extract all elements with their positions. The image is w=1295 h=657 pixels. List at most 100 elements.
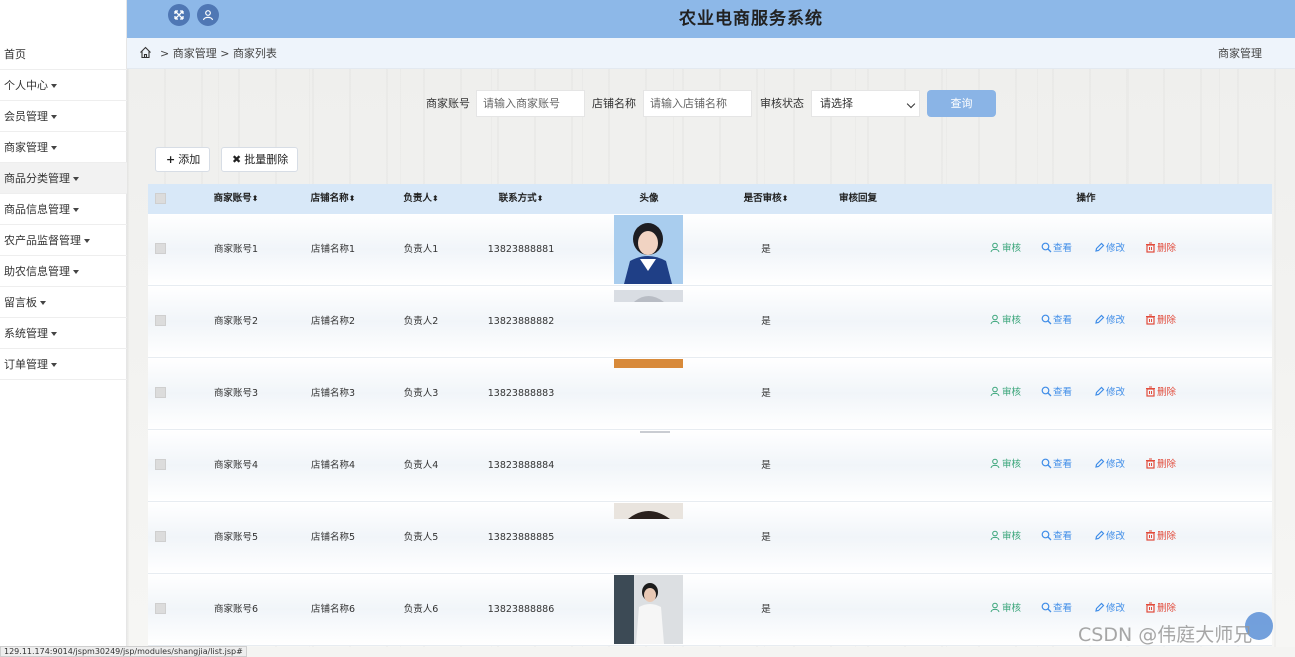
user-check-icon (990, 242, 1000, 253)
edit-button[interactable]: 修改 (1094, 242, 1125, 256)
row-checkbox[interactable] (155, 243, 166, 254)
view-button[interactable]: 查看 (1041, 314, 1072, 328)
header-account[interactable]: 商家账号⬍ (214, 184, 259, 214)
sidebar-item-aid-info-management[interactable]: 助农信息管理 (0, 256, 127, 287)
audit-button[interactable]: 审核 (990, 602, 1021, 616)
sort-icon: ⬍ (781, 194, 789, 203)
merchant-table: 商家账号⬍ 店铺名称⬍ 负责人⬍ 联系方式⬍ 头像 是否审核⬍ 审核回复 操作 … (148, 184, 1272, 647)
pencil-icon (1095, 242, 1105, 252)
breadcrumb-item-merchant[interactable]: 商家管理 (173, 47, 217, 60)
search-icon (1041, 386, 1052, 397)
cell-phone: 13823888882 (487, 316, 555, 327)
delete-button[interactable]: 删除 (1145, 386, 1176, 400)
header-shop[interactable]: 店铺名称⬍ (311, 184, 356, 214)
cell-phone: 13823888886 (487, 604, 555, 615)
batch-delete-button[interactable]: ✖ 批量删除 (221, 147, 299, 172)
cell-phone: 13823888885 (487, 532, 555, 543)
cell-account: 商家账号2 (213, 316, 259, 327)
sidebar-item-personal-center[interactable]: 个人中心 (0, 70, 127, 101)
breadcrumb-item-list: 商家列表 (232, 47, 277, 60)
cell-audited: 是 (761, 604, 771, 615)
cell-audited: 是 (761, 244, 771, 255)
user-check-icon (990, 386, 1000, 397)
row-checkbox[interactable] (155, 531, 166, 542)
cell-owner: 负责人2 (403, 316, 439, 327)
audit-button[interactable]: 审核 (990, 530, 1021, 544)
caret-down-icon (73, 177, 79, 181)
status-select[interactable]: 请选择 (811, 90, 920, 117)
header-avatar: 头像 (639, 193, 659, 204)
edit-button[interactable]: 修改 (1094, 386, 1125, 400)
edit-button[interactable]: 修改 (1094, 314, 1125, 328)
row-checkbox[interactable] (155, 315, 166, 326)
watermark: CSDN @伟庭大师兄 (1078, 624, 1253, 646)
delete-button[interactable]: 删除 (1145, 602, 1176, 616)
sort-icon: ⬍ (348, 194, 356, 203)
view-button[interactable]: 查看 (1041, 602, 1072, 616)
page-title: 商家管理 (1218, 47, 1262, 60)
delete-button[interactable]: 删除 (1145, 530, 1176, 544)
cell-phone: 13823888884 (487, 460, 555, 471)
sidebar-item-merchant-management[interactable]: 商家管理 (0, 132, 127, 163)
header-owner[interactable]: 负责人⬍ (403, 184, 438, 214)
caret-down-icon (73, 270, 79, 274)
delete-button[interactable]: 删除 (1145, 314, 1176, 328)
avatar (614, 503, 683, 519)
account-label: 商家账号 (426, 97, 470, 110)
sort-icon: ⬍ (251, 194, 259, 203)
cell-owner: 负责人1 (403, 244, 439, 255)
sidebar-item-home[interactable]: 首页 (0, 39, 127, 70)
avatar (614, 215, 683, 284)
delete-button[interactable]: 删除 (1145, 242, 1176, 256)
audit-button[interactable]: 审核 (990, 314, 1021, 328)
shop-search-input[interactable] (643, 90, 752, 117)
cell-audited: 是 (761, 460, 771, 471)
add-button[interactable]: + 添加 (155, 147, 211, 172)
cell-owner: 负责人5 (403, 532, 439, 543)
cell-shop: 店铺名称5 (310, 532, 356, 543)
sidebar-item-category-management[interactable]: 商品分类管理 (0, 163, 127, 194)
pencil-icon (1095, 530, 1105, 540)
header-ops: 操作 (1076, 193, 1096, 204)
sidebar-item-supervision-management[interactable]: 农产品监督管理 (0, 225, 127, 256)
home-icon[interactable] (139, 46, 152, 59)
account-search-input[interactable] (476, 90, 585, 117)
audit-button[interactable]: 审核 (990, 242, 1021, 256)
sidebar-item-order-management[interactable]: 订单管理 (0, 349, 127, 380)
sidebar-item-product-management[interactable]: 商品信息管理 (0, 194, 127, 225)
search-icon (1041, 242, 1052, 253)
view-button[interactable]: 查看 (1041, 242, 1072, 256)
sidebar-item-member-management[interactable]: 会员管理 (0, 101, 127, 132)
user-check-icon (990, 458, 1000, 469)
shop-label: 店铺名称 (592, 97, 636, 110)
row-checkbox[interactable] (155, 387, 166, 398)
cell-phone: 13823888881 (487, 244, 555, 255)
delete-button[interactable]: 删除 (1145, 458, 1176, 472)
sidebar-item-message-board[interactable]: 留言板 (0, 287, 127, 318)
cell-owner: 负责人3 (403, 388, 439, 399)
sort-icon: ⬍ (536, 194, 544, 203)
audit-button[interactable]: 审核 (990, 386, 1021, 400)
breadcrumb-bar: > 商家管理 > 商家列表 商家管理 (127, 38, 1295, 69)
row-checkbox[interactable] (155, 459, 166, 470)
caret-down-icon (51, 146, 57, 150)
query-button[interactable]: 查询 (927, 90, 996, 117)
caret-down-icon (51, 332, 57, 336)
user-check-icon (990, 530, 1000, 541)
view-button[interactable]: 查看 (1041, 458, 1072, 472)
edit-button[interactable]: 修改 (1094, 458, 1125, 472)
user-check-icon (990, 602, 1000, 613)
row-checkbox[interactable] (155, 603, 166, 614)
edit-button[interactable]: 修改 (1094, 602, 1125, 616)
audit-button[interactable]: 审核 (990, 458, 1021, 472)
view-button[interactable]: 查看 (1041, 386, 1072, 400)
sidebar-item-system-management[interactable]: 系统管理 (0, 318, 127, 349)
header-audited[interactable]: 是否审核⬍ (744, 184, 789, 214)
header-phone[interactable]: 联系方式⬍ (499, 184, 544, 214)
edit-button[interactable]: 修改 (1094, 530, 1125, 544)
select-all-checkbox[interactable] (155, 193, 166, 204)
user-check-icon (990, 314, 1000, 325)
table-row: 商家账号3 店铺名称3 负责人3 13823888883 是 审核 查看 修改 … (148, 358, 1272, 430)
view-button[interactable]: 查看 (1041, 530, 1072, 544)
search-icon (1041, 530, 1052, 541)
